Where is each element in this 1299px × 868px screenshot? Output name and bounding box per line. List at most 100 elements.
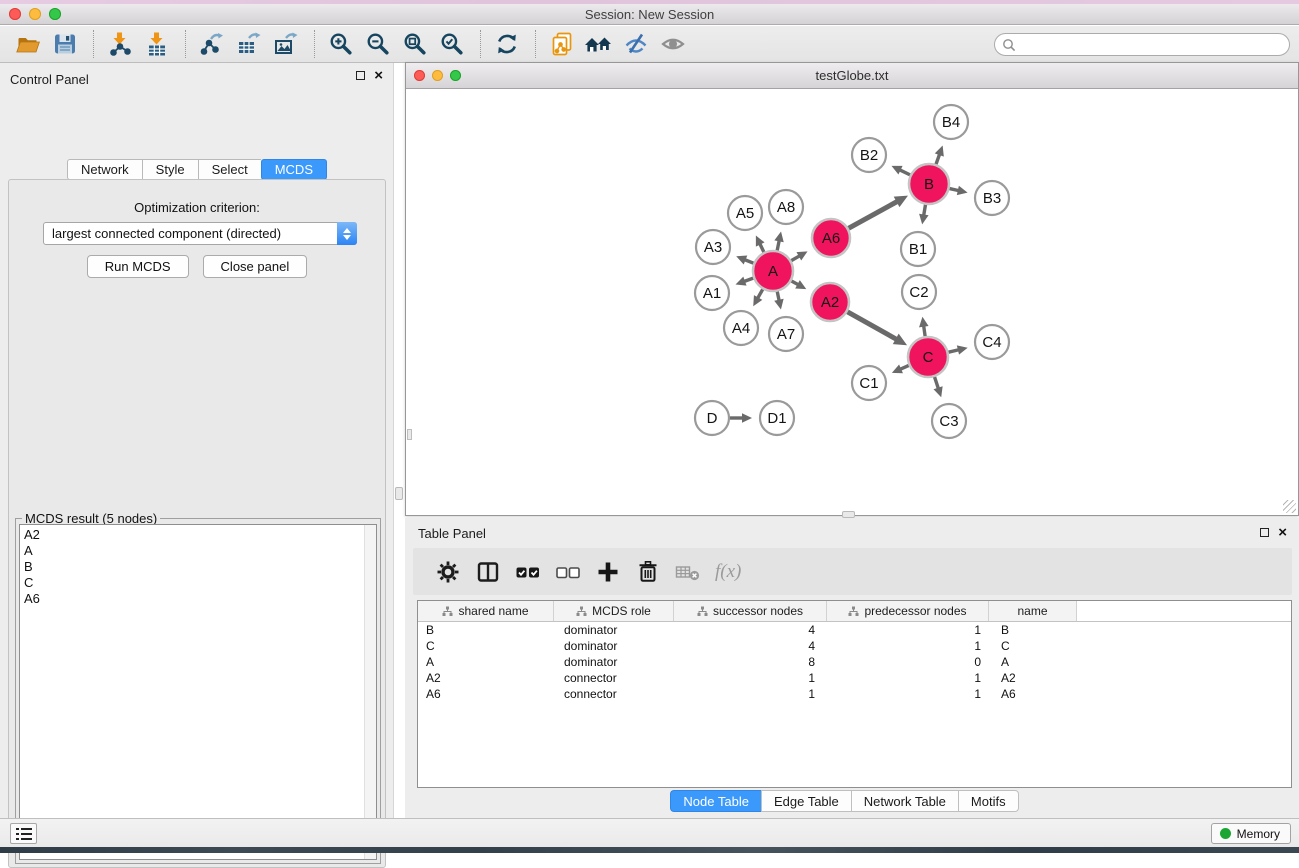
- table-row-C[interactable]: Cdominator41C: [418, 638, 1291, 654]
- result-list-scrollbar[interactable]: [364, 525, 376, 859]
- table-row-A2[interactable]: A2connector11A2: [418, 670, 1291, 686]
- split-divider-grip[interactable]: [395, 487, 403, 500]
- table-cell[interactable]: 1: [827, 622, 989, 638]
- column-header-MCDS-role[interactable]: MCDS role: [554, 601, 674, 621]
- tab-network-table[interactable]: Network Table: [851, 790, 958, 812]
- search-input[interactable]: [1020, 35, 1289, 54]
- table-cell[interactable]: 0: [827, 654, 989, 670]
- graph-edge-A-A1[interactable]: [736, 277, 754, 286]
- table-cell[interactable]: A2: [989, 670, 1077, 686]
- delete-column-button[interactable]: [631, 555, 665, 589]
- graph-node-A[interactable]: A: [753, 251, 793, 291]
- graph-edge-C-C3[interactable]: [934, 377, 943, 397]
- column-header-predecessor-nodes[interactable]: predecessor nodes: [827, 601, 989, 621]
- table-cell[interactable]: B: [989, 622, 1077, 638]
- graph-node-A1[interactable]: A1: [695, 276, 729, 310]
- table-cell[interactable]: connector: [554, 686, 674, 702]
- hide-graphics-details-button[interactable]: [621, 29, 651, 59]
- close-table-panel-icon[interactable]: ×: [1278, 527, 1287, 538]
- table-cell[interactable]: A: [418, 654, 554, 670]
- graph-node-A7[interactable]: A7: [769, 317, 803, 351]
- select-all-checkboxes-button[interactable]: [511, 555, 545, 589]
- graph-node-C4[interactable]: C4: [975, 325, 1009, 359]
- table-cell[interactable]: 4: [674, 638, 827, 654]
- tab-network[interactable]: Network: [67, 159, 142, 180]
- graph-node-A8[interactable]: A8: [769, 190, 803, 224]
- optimization-criterion-dropdown[interactable]: largest connected component (directed): [43, 222, 357, 245]
- import-network-button[interactable]: [105, 29, 135, 59]
- mcds-result-item[interactable]: B: [20, 559, 376, 575]
- zoom-fit-button[interactable]: [400, 29, 430, 59]
- graph-node-A4[interactable]: A4: [724, 311, 758, 345]
- table-cell[interactable]: 1: [827, 670, 989, 686]
- mcds-result-list[interactable]: A2ABCA6: [19, 524, 377, 860]
- table-cell[interactable]: dominator: [554, 622, 674, 638]
- zoom-selected-button[interactable]: [437, 29, 467, 59]
- close-panel-button[interactable]: Close panel: [203, 255, 308, 278]
- table-row-A6[interactable]: A6connector11A6: [418, 686, 1291, 702]
- export-table-button[interactable]: [234, 29, 264, 59]
- zoom-out-button[interactable]: [363, 29, 393, 59]
- tab-motifs[interactable]: Motifs: [958, 790, 1019, 812]
- tab-select[interactable]: Select: [198, 159, 261, 180]
- mcds-result-item[interactable]: C: [20, 575, 376, 591]
- table-cell[interactable]: 1: [827, 638, 989, 654]
- float-table-panel-icon[interactable]: [1260, 528, 1269, 537]
- show-columns-button[interactable]: [471, 555, 505, 589]
- function-builder-button[interactable]: f(x): [711, 555, 745, 589]
- graph-node-C3[interactable]: C3: [932, 404, 966, 438]
- graph-edge-C-C1[interactable]: [892, 364, 909, 373]
- tab-style[interactable]: Style: [142, 159, 198, 180]
- graph-edge-D-D1[interactable]: [730, 413, 752, 423]
- run-mcds-button[interactable]: Run MCDS: [87, 255, 189, 278]
- graph-edge-A-A8[interactable]: [774, 231, 783, 250]
- graph-node-A5[interactable]: A5: [728, 196, 762, 230]
- graph-edge-A-A7[interactable]: [774, 292, 783, 310]
- export-image-button[interactable]: [271, 29, 301, 59]
- graph-edge-A-A5[interactable]: [756, 236, 765, 253]
- graph-node-D[interactable]: D: [695, 401, 729, 435]
- new-network-from-selection-button[interactable]: [547, 29, 577, 59]
- tab-edge-table[interactable]: Edge Table: [761, 790, 851, 812]
- table-cell[interactable]: 8: [674, 654, 827, 670]
- graph-edge-A-A2[interactable]: [791, 280, 806, 289]
- graph-node-C2[interactable]: C2: [902, 275, 936, 309]
- first-neighbors-button[interactable]: [584, 29, 614, 59]
- table-cell[interactable]: A2: [418, 670, 554, 686]
- graph-node-A6[interactable]: A6: [812, 219, 850, 257]
- graph-node-B1[interactable]: B1: [901, 232, 935, 266]
- column-header-shared-name[interactable]: shared name: [418, 601, 554, 621]
- graph-edge-A2-C[interactable]: [847, 312, 907, 345]
- memory-button[interactable]: Memory: [1211, 823, 1291, 844]
- graph-node-C1[interactable]: C1: [852, 366, 886, 400]
- graph-edge-A-A6[interactable]: [791, 251, 807, 260]
- create-column-button[interactable]: [591, 555, 625, 589]
- graph-node-B2[interactable]: B2: [852, 138, 886, 172]
- graph-edge-A-A3[interactable]: [736, 256, 753, 265]
- split-divider-grip-horizontal[interactable]: [842, 511, 855, 518]
- task-history-button[interactable]: [10, 823, 37, 844]
- column-header-name[interactable]: name: [989, 601, 1077, 621]
- graph-edge-C-C4[interactable]: [948, 345, 967, 354]
- show-details-button[interactable]: [658, 29, 688, 59]
- graph-node-B4[interactable]: B4: [934, 105, 968, 139]
- clear-checkboxes-button[interactable]: [551, 555, 585, 589]
- graph-edge-B-B2[interactable]: [892, 166, 911, 175]
- table-row-B[interactable]: Bdominator41B: [418, 622, 1291, 638]
- window-resize-grip[interactable]: [1283, 500, 1296, 513]
- graph-node-B[interactable]: B: [909, 164, 949, 204]
- zoom-in-button[interactable]: [326, 29, 356, 59]
- graph-edge-C-C2[interactable]: [919, 317, 929, 336]
- graph-edge-B-B4[interactable]: [935, 146, 944, 165]
- refresh-layout-button[interactable]: [492, 29, 522, 59]
- table-cell[interactable]: A: [989, 654, 1077, 670]
- search-field[interactable]: [994, 33, 1290, 56]
- table-cell[interactable]: C: [418, 638, 554, 654]
- table-cell[interactable]: dominator: [554, 638, 674, 654]
- open-file-button[interactable]: [13, 29, 43, 59]
- table-cell[interactable]: 1: [674, 670, 827, 686]
- table-cell[interactable]: A6: [989, 686, 1077, 702]
- column-header-successor-nodes[interactable]: successor nodes: [674, 601, 827, 621]
- save-session-button[interactable]: [50, 29, 80, 59]
- graph-node-D1[interactable]: D1: [760, 401, 794, 435]
